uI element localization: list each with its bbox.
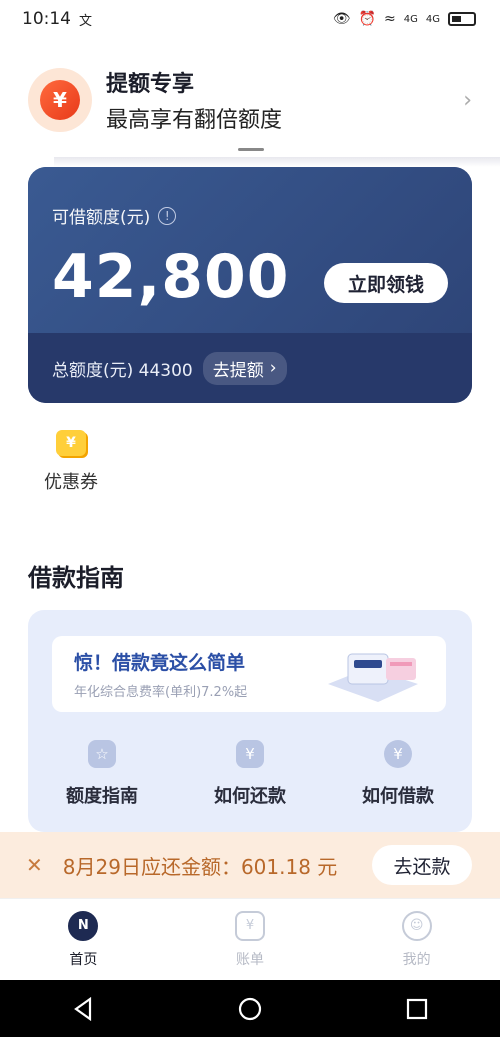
home-circle-icon[interactable] bbox=[230, 989, 270, 1029]
tab-label: 首页 bbox=[69, 951, 98, 968]
coupon-label: 优惠券 bbox=[44, 472, 98, 493]
repayment-text: 8月29日应还金额：601.18 元 bbox=[62, 854, 338, 879]
input-method-icon: 文 bbox=[79, 13, 93, 29]
guide-title: 借款指南 bbox=[28, 564, 124, 592]
signal-icon-1: 4G bbox=[403, 13, 418, 25]
cash-machine-illustration bbox=[328, 653, 418, 702]
drag-handle[interactable] bbox=[238, 148, 264, 151]
info-icon[interactable]: ! bbox=[158, 206, 177, 225]
shadow-divider bbox=[54, 157, 500, 167]
back-icon[interactable] bbox=[63, 989, 103, 1029]
battery-icon bbox=[448, 12, 476, 26]
promo-subtitle: 最高享有翻倍额度 bbox=[106, 108, 283, 133]
status-time: 10:14 bbox=[22, 9, 71, 29]
raise-limit-label: 去提额 bbox=[212, 360, 264, 381]
promo-title: 提额专享 bbox=[106, 72, 195, 97]
promo-coin-icon: ¥ bbox=[28, 68, 92, 132]
bottom-tab-bar: N 首页 ¥ 账单 ☺ 我的 bbox=[0, 898, 500, 980]
recents-icon[interactable] bbox=[397, 989, 437, 1029]
guide-item-label: 如何借款 bbox=[362, 786, 434, 807]
raise-limit-button[interactable]: 去提额 › bbox=[202, 351, 287, 385]
guide-item-label: 额度指南 bbox=[66, 786, 138, 807]
signal-icon-2: 4G bbox=[425, 13, 440, 25]
chevron-right-icon: › bbox=[463, 87, 472, 113]
guide-item-borrow[interactable]: ¥ 如何借款 bbox=[338, 740, 458, 808]
bill-icon: ¥ bbox=[234, 910, 265, 941]
guide-banner[interactable]: 惊！借款竟这么简单 年化综合息费率(单利)7.2%起 bbox=[52, 636, 446, 712]
repayment-reminder: ✕ 8月29日应还金额：601.18 元 去还款 bbox=[0, 832, 500, 898]
coupon-icon: ¥ bbox=[56, 430, 86, 456]
total-credit-label: 总额度(元) 44300 bbox=[52, 360, 193, 381]
status-bar: 10:14 文 👁 ⏰ ≈ 4G 4G bbox=[0, 0, 500, 38]
profile-icon: ☺ bbox=[401, 910, 432, 941]
wifi-icon: ≈ bbox=[384, 11, 396, 27]
star-icon: ☆ bbox=[88, 740, 116, 768]
guide-item-label: 如何还款 bbox=[214, 786, 286, 807]
repay-button[interactable]: 去还款 bbox=[372, 845, 472, 885]
tab-label: 我的 bbox=[402, 951, 431, 968]
close-icon[interactable]: ✕ bbox=[26, 853, 43, 877]
tab-label: 账单 bbox=[235, 951, 264, 968]
coupon-entry[interactable]: ¥ 优惠券 bbox=[40, 430, 102, 494]
borrow-now-button[interactable]: 立即领钱 bbox=[324, 263, 448, 303]
eye-icon: 👁 bbox=[332, 11, 351, 27]
credit-card: 可借额度(元) ! 42,800 立即领钱 总额度(元) 44300 去提额 › bbox=[28, 167, 472, 403]
alarm-icon: ⏰ bbox=[358, 11, 377, 27]
guide-panel: 惊！借款竟这么简单 年化综合息费率(单利)7.2%起 ☆ 额度指南 ¥ 如何还款… bbox=[28, 610, 472, 832]
yuan-coin-icon: ¥ bbox=[384, 740, 412, 768]
system-nav-bar bbox=[0, 980, 500, 1037]
tab-bills[interactable]: ¥ 账单 bbox=[200, 910, 300, 969]
credit-label: 可借额度(元) bbox=[52, 208, 151, 228]
guide-item-credit[interactable]: ☆ 额度指南 bbox=[42, 740, 162, 808]
bill-icon: ¥ bbox=[236, 740, 264, 768]
promo-banner[interactable]: ¥ 提额专享 最高享有翻倍额度 › bbox=[0, 50, 500, 150]
chevron-right-icon: › bbox=[269, 358, 277, 378]
tab-profile[interactable]: ☺ 我的 bbox=[367, 910, 467, 969]
tab-home[interactable]: N 首页 bbox=[33, 910, 133, 969]
guide-item-repay[interactable]: ¥ 如何还款 bbox=[190, 740, 310, 808]
home-icon: N bbox=[68, 910, 99, 941]
